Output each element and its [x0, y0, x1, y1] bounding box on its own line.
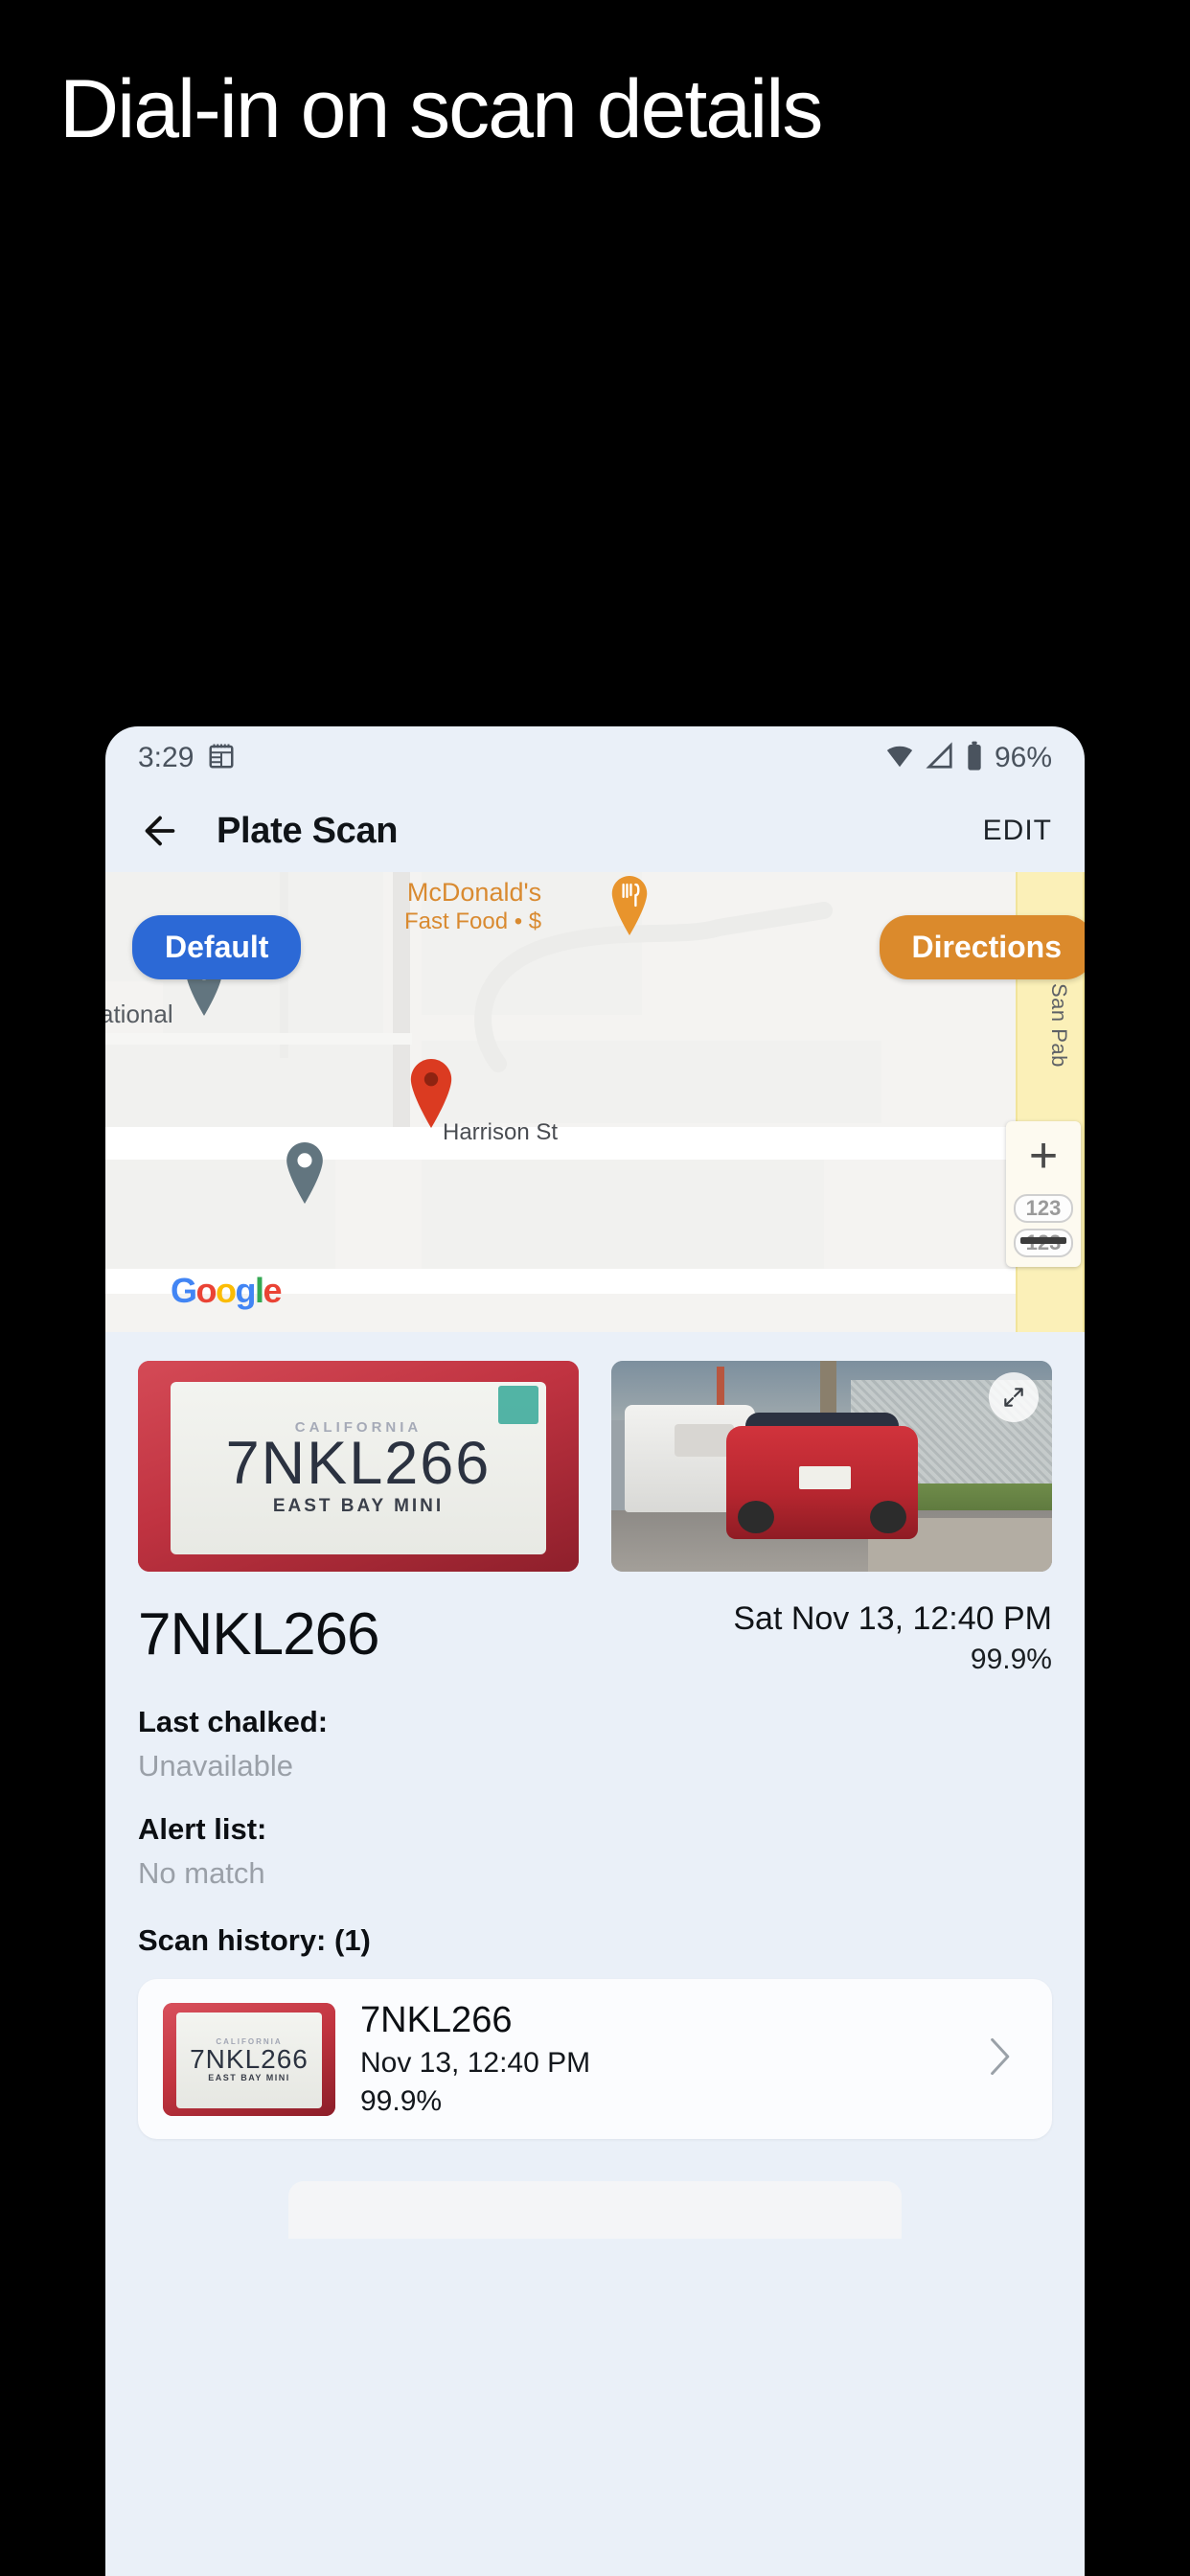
- field-alert-list: Alert list: No match: [138, 1812, 1052, 1891]
- map-poi-name: McDonald's: [406, 878, 542, 907]
- battery-percent: 96%: [994, 742, 1052, 773]
- wifi-icon: [884, 742, 915, 775]
- scan-meta: Sat Nov 13, 12:40 PM 99.9%: [733, 1600, 1052, 1676]
- promo-headline: Dial-in on scan details: [59, 63, 823, 155]
- scan-thumbnails: CALIFORNIA 7NKL266 EAST BAY MINI: [138, 1332, 1052, 1572]
- history-plate: 7NKL266: [360, 2000, 513, 2040]
- history-thumb-dealer: EAST BAY MINI: [208, 2073, 290, 2082]
- plate-image[interactable]: CALIFORNIA 7NKL266 EAST BAY MINI: [138, 1361, 579, 1572]
- map-pin-gray-2: [283, 1142, 327, 1208]
- battery-icon: [965, 741, 984, 776]
- scan-summary-row: 7NKL266 Sat Nov 13, 12:40 PM 99.9%: [138, 1572, 1052, 1676]
- scan-timestamp: Sat Nov 13, 12:40 PM: [733, 1600, 1052, 1637]
- scan-detail-body: CALIFORNIA 7NKL266 EAST BAY MINI 7NKL266…: [105, 1332, 1085, 2239]
- history-thumb-number: 7NKL266: [190, 2044, 309, 2074]
- calendar-icon: [207, 742, 236, 775]
- plate-dealer-text: EAST BAY MINI: [272, 1496, 445, 1516]
- photo-car-plate: [799, 1466, 851, 1489]
- next-card-peek: [288, 2181, 902, 2239]
- map-label-partial: ational: [105, 1000, 173, 1028]
- google-attribution: Google: [171, 1271, 283, 1310]
- promo-screenshot: Dial-in on scan details 3:29 96% Plate S…: [0, 0, 1190, 2576]
- phone-mockup: 3:29 96% Plate Scan EDIT ational McDonal…: [105, 726, 1085, 2576]
- scan-history-item[interactable]: CALIFORNIA 7NKL266 EAST BAY MINI 7NKL266…: [138, 1979, 1052, 2139]
- history-plate-thumbnail: CALIFORNIA 7NKL266 EAST BAY MINI: [163, 2002, 335, 2116]
- highway-shield-1: 123: [1014, 1193, 1073, 1223]
- plate-face: CALIFORNIA 7NKL266 EAST BAY MINI: [171, 1382, 546, 1554]
- field-last-chalked: Last chalked: Unavailable: [138, 1705, 1052, 1783]
- history-date: Nov 13, 12:40 PM: [360, 2047, 591, 2079]
- plate-number-text: 7NKL266: [225, 1430, 492, 1497]
- field-value: Unavailable: [138, 1749, 293, 1782]
- plate-state-text: CALIFORNIA: [294, 1419, 423, 1436]
- page-title: Plate Scan: [217, 810, 399, 851]
- scan-confidence: 99.9%: [970, 1644, 1052, 1675]
- default-layer-button[interactable]: Default: [132, 915, 302, 979]
- map-view[interactable]: ational McDonald's Fast Food • $ Harriso…: [105, 872, 1085, 1332]
- edit-button[interactable]: EDIT: [983, 815, 1052, 847]
- directions-button[interactable]: Directions: [879, 915, 1085, 979]
- field-value: No match: [138, 1856, 265, 1890]
- map-poi-label: McDonald's Fast Food • $: [404, 878, 541, 935]
- restaurant-pin-icon: [608, 876, 651, 940]
- chevron-right-icon[interactable]: [981, 2035, 1014, 2083]
- map-zoom-controls[interactable]: + 123 123: [1006, 1121, 1081, 1267]
- app-bar: Plate Scan EDIT: [105, 790, 1085, 872]
- scan-plate-number: 7NKL266: [138, 1601, 380, 1668]
- map-street-label: Harrison St: [443, 1119, 559, 1145]
- zoom-in-button[interactable]: +: [1029, 1131, 1058, 1188]
- status-bar-left: 3:29: [138, 742, 236, 775]
- map-poi-sub: Fast Food • $: [404, 908, 542, 934]
- status-bar-right: 96%: [884, 741, 1052, 776]
- scan-history-label: Scan history: (1): [138, 1923, 371, 1957]
- history-thumb-state: CALIFORNIA: [216, 2037, 283, 2046]
- expand-icon[interactable]: [989, 1372, 1039, 1422]
- back-arrow-icon[interactable]: [138, 809, 182, 853]
- status-time: 3:29: [138, 742, 195, 773]
- map-highway-label: San Pab: [1047, 983, 1071, 1068]
- status-bar: 3:29 96%: [105, 726, 1085, 790]
- field-label: Last chalked:: [138, 1705, 329, 1738]
- zoom-out-button[interactable]: [1020, 1236, 1066, 1244]
- history-confidence: 99.9%: [360, 2085, 443, 2117]
- vehicle-photo[interactable]: [611, 1361, 1052, 1572]
- plate-registration-sticker: [498, 1386, 538, 1424]
- history-item-info: 7NKL266 Nov 13, 12:40 PM 99.9%: [360, 2000, 590, 2118]
- field-label: Alert list:: [138, 1812, 267, 1846]
- signal-icon: [926, 741, 954, 775]
